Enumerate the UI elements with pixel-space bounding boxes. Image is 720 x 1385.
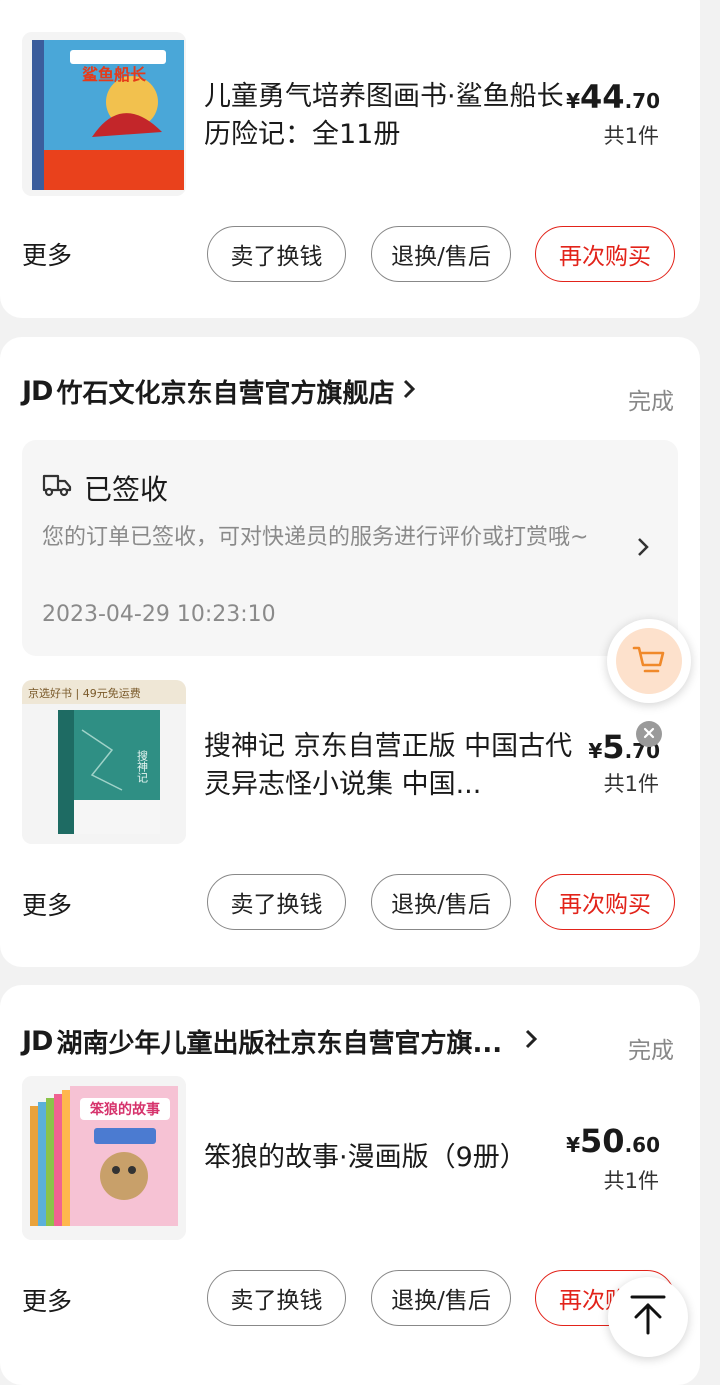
more-button[interactable]: 更多 xyxy=(22,236,72,272)
back-to-top-icon xyxy=(628,1293,668,1341)
logistics-description: 您的订单已签收，可对快递员的服务进行评价或打赏哦~ xyxy=(42,525,589,550)
product-title[interactable]: 儿童勇气培养图画书·鲨鱼船长历险记：全11册 xyxy=(204,78,574,154)
rebuy-button[interactable]: 再次购买 xyxy=(535,874,675,930)
back-to-top-button[interactable] xyxy=(608,1277,688,1357)
jd-logo: JD xyxy=(22,376,53,407)
return-button[interactable]: 退换/售后 xyxy=(371,226,511,282)
return-button[interactable]: 退换/售后 xyxy=(371,874,511,930)
chevron-right-icon xyxy=(636,536,650,562)
order-status: 完成 xyxy=(628,389,674,415)
product-image[interactable]: 京选好书 | 49元免运费 搜神记 xyxy=(22,680,186,844)
sell-button[interactable]: 卖了换钱 xyxy=(207,1270,346,1326)
more-button[interactable]: 更多 xyxy=(22,886,72,922)
product-price: ¥50.60 xyxy=(566,1122,660,1160)
floating-cart-button[interactable] xyxy=(607,619,691,703)
order-card: 鲨鱼船长 儿童勇气培养图画书·鲨鱼船长历险记：全11册 ¥44.70 共1件 更… xyxy=(0,0,700,318)
cover-badge: 京选好书 | 49元免运费 xyxy=(28,686,141,700)
return-button[interactable]: 退换/售后 xyxy=(371,1270,511,1326)
cover-title: 鲨鱼船长 xyxy=(82,65,147,84)
product-quantity: 共1件 xyxy=(603,772,659,796)
product-image[interactable]: 笨狼的故事 xyxy=(22,1076,186,1240)
close-floating-button[interactable] xyxy=(636,721,662,747)
shop-name-link[interactable]: JD 竹石文化京东自营官方旗舰店 xyxy=(22,373,416,410)
chevron-right-icon xyxy=(402,377,416,407)
product-price: ¥44.70 xyxy=(566,78,660,116)
product-title[interactable]: 搜神记 京东自营正版 中国古代灵异志怪小说集 中国... xyxy=(204,728,574,804)
product-title[interactable]: 笨狼的故事·漫画版（9册） xyxy=(204,1139,574,1177)
truck-icon xyxy=(40,471,72,503)
order-card: JD 竹石文化京东自营官方旗舰店 完成 已签收 您的订单已签收，可对快递员的服务… xyxy=(0,337,700,967)
order-status: 完成 xyxy=(628,1038,674,1064)
more-button[interactable]: 更多 xyxy=(22,1282,72,1318)
sell-button[interactable]: 卖了换钱 xyxy=(207,874,346,930)
product-quantity: 共1件 xyxy=(603,124,659,148)
shop-name: 竹石文化京东自营官方旗舰店 xyxy=(56,379,395,409)
cover-title: 笨狼的故事 xyxy=(90,1101,160,1118)
logistics-title: 已签收 xyxy=(84,473,169,506)
product-quantity: 共1件 xyxy=(603,1169,659,1193)
shop-name: 湖南少年儿童出版社京东自营官方旗... xyxy=(56,1029,503,1059)
jd-logo: JD xyxy=(22,1026,53,1057)
shop-name-link[interactable]: JD 湖南少年儿童出版社京东自营官方旗... xyxy=(22,1023,538,1060)
logistics-panel[interactable]: 已签收 您的订单已签收，可对快递员的服务进行评价或打赏哦~ 2023-04-29… xyxy=(22,440,678,656)
cart-icon xyxy=(631,643,667,679)
product-image[interactable]: 鲨鱼船长 xyxy=(22,32,186,196)
logistics-time: 2023-04-29 10:23:10 xyxy=(42,602,276,627)
sell-button[interactable]: 卖了换钱 xyxy=(207,226,346,282)
rebuy-button[interactable]: 再次购买 xyxy=(535,226,675,282)
close-icon xyxy=(642,725,656,744)
cover-title: 搜神记 xyxy=(136,749,149,783)
chevron-right-icon xyxy=(524,1027,538,1057)
order-card: JD 湖南少年儿童出版社京东自营官方旗... 完成 笨狼的故事 笨狼的故事·漫画… xyxy=(0,985,700,1385)
